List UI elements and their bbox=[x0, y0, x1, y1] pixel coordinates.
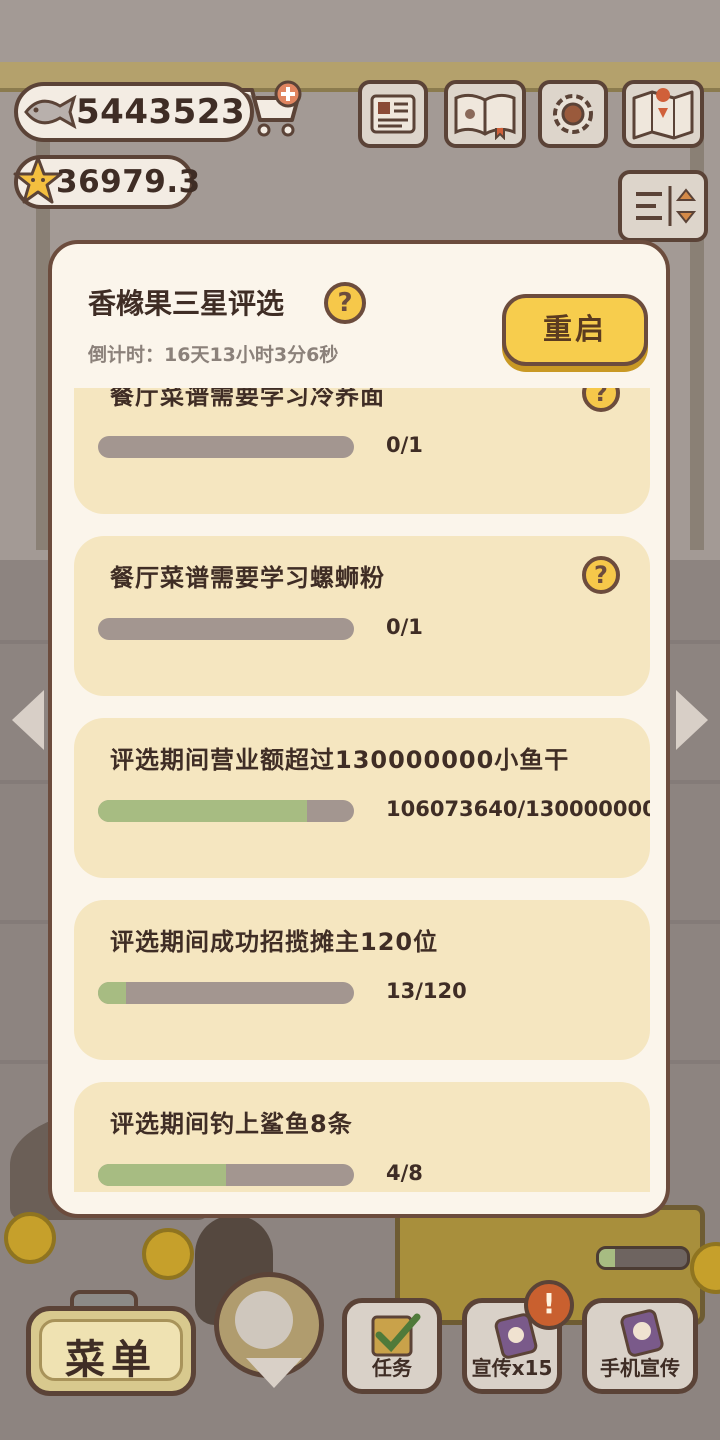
newspaper-icon bbox=[370, 94, 416, 134]
sort-toggle-button[interactable] bbox=[618, 170, 708, 242]
fish-icon bbox=[24, 94, 77, 130]
task-card: 餐厅菜谱需要学习螺蛳粉 ? 0/1 bbox=[74, 536, 650, 696]
chevron-down-icon[interactable] bbox=[246, 1358, 302, 1388]
task-label: 评选期间成功招揽摊主120位 bbox=[110, 928, 439, 956]
restart-button[interactable]: 重启 bbox=[502, 294, 648, 366]
settings-button[interactable] bbox=[538, 80, 608, 148]
phone-promotion-button[interactable]: 手机宣传 bbox=[582, 1298, 698, 1394]
mirror-glass bbox=[235, 1291, 293, 1349]
fish-currency-value: 5443523 bbox=[76, 92, 246, 132]
task-label: 餐厅菜谱需要学习冷荞面 bbox=[110, 388, 385, 410]
task-button-label: 任务 bbox=[372, 1356, 412, 1380]
progress-fill bbox=[98, 982, 126, 1004]
task-card: 评选期间钓上鲨鱼8条 4/8 bbox=[74, 1082, 650, 1192]
star-currency-value: 36979.3 bbox=[56, 164, 201, 200]
wall-pillar bbox=[690, 90, 704, 550]
task-button[interactable]: 任务 bbox=[342, 1298, 442, 1394]
star-currency-display: 36979.3 bbox=[13, 155, 200, 209]
task-list[interactable]: 餐厅菜谱需要学习冷荞面 ? 0/1 餐厅菜谱需要学习螺蛳粉 ? 0/1 评选期间… bbox=[74, 388, 650, 1192]
progress-fill bbox=[98, 1164, 226, 1186]
selection-event-dialog: 香橼果三星评选 ? 倒计时：16天13小时3分6秒 重启 餐厅菜谱需要学习冷荞面… bbox=[48, 240, 670, 1218]
task-progress-bar bbox=[98, 618, 354, 640]
task-progress-bar bbox=[98, 1164, 354, 1186]
promotion-button-label: 宣传x15 bbox=[471, 1356, 553, 1380]
map-button[interactable] bbox=[622, 80, 704, 148]
menu-label: 菜单 bbox=[65, 1337, 157, 1383]
task-progress-text: 106073640/130000000 bbox=[386, 797, 650, 821]
task-card: 评选期间成功招揽摊主120位 13/120 bbox=[74, 900, 650, 1060]
sunflower-decoration bbox=[142, 1228, 194, 1280]
task-help-icon[interactable]: ? bbox=[582, 556, 620, 594]
progress-fill bbox=[98, 800, 307, 822]
task-card: 评选期间营业额超过130000000小鱼干 106073640/13000000… bbox=[74, 718, 650, 878]
menu-button[interactable]: 菜单 bbox=[26, 1306, 196, 1396]
sort-icon bbox=[636, 186, 697, 226]
task-progress-bar bbox=[98, 982, 354, 1004]
task-progress-text: 13/120 bbox=[386, 979, 467, 1003]
recipe-book-button[interactable] bbox=[444, 80, 526, 148]
promo-progress-bar bbox=[596, 1246, 690, 1270]
scroll-right-arrow[interactable] bbox=[676, 690, 708, 750]
sunflower-decoration bbox=[4, 1212, 56, 1264]
task-progress-text: 0/1 bbox=[386, 615, 423, 639]
gear-icon bbox=[553, 94, 593, 134]
promo-progress-fill bbox=[599, 1249, 615, 1267]
title-help-icon[interactable]: ? bbox=[324, 282, 366, 324]
newspaper-button[interactable] bbox=[358, 80, 428, 148]
fish-currency-display: 5443523 bbox=[14, 82, 254, 142]
task-label: 评选期间营业额超过130000000小鱼干 bbox=[110, 746, 570, 774]
task-label: 评选期间钓上鲨鱼8条 bbox=[110, 1110, 353, 1138]
book-icon bbox=[454, 93, 516, 140]
task-label: 餐厅菜谱需要学习螺蛳粉 bbox=[110, 564, 385, 592]
task-progress-text: 4/8 bbox=[386, 1161, 423, 1185]
task-progress-bar bbox=[98, 436, 354, 458]
task-help-icon[interactable]: ? bbox=[582, 388, 620, 412]
task-progress-text: 0/1 bbox=[386, 433, 423, 457]
scroll-left-arrow[interactable] bbox=[12, 690, 44, 750]
task-card: 餐厅菜谱需要学习冷荞面 ? 0/1 bbox=[74, 388, 650, 514]
countdown-timer: 倒计时：16天13小时3分6秒 bbox=[88, 344, 339, 366]
alert-badge: ! bbox=[524, 1280, 574, 1330]
map-icon bbox=[632, 88, 694, 140]
shop-cart-icon[interactable] bbox=[236, 80, 306, 142]
dialog-title: 香橼果三星评选 bbox=[88, 287, 285, 320]
task-progress-bar bbox=[98, 800, 354, 822]
phone-promotion-label: 手机宣传 bbox=[600, 1356, 680, 1380]
